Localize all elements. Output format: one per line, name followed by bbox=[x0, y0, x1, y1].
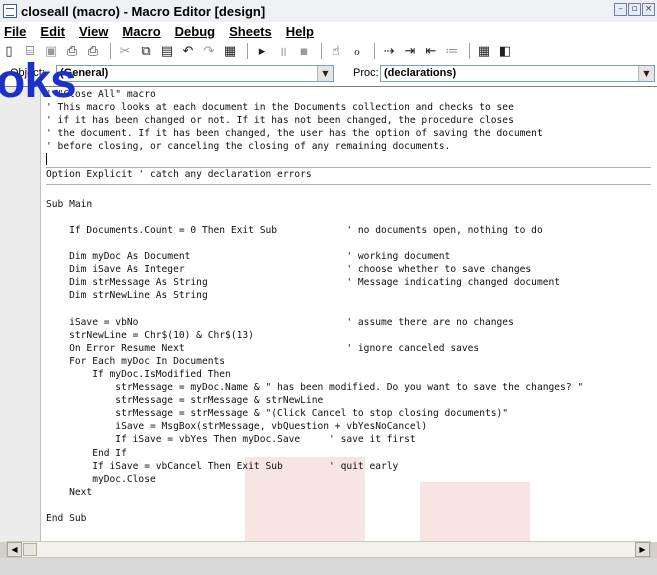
code-line: End Sub bbox=[46, 513, 87, 524]
proc-label: Proc: bbox=[353, 67, 379, 79]
toolbar-separator bbox=[469, 43, 470, 59]
menu-help[interactable]: Help bbox=[279, 24, 321, 39]
code-line: strMessage = strMessage & "(Click Cancel… bbox=[46, 408, 509, 420]
menu-file[interactable]: File bbox=[0, 24, 33, 39]
code-line: ' the document. If it has been changed, … bbox=[46, 128, 543, 140]
code-line: Next bbox=[46, 486, 93, 498]
copy-icon[interactable]: ⧉ bbox=[137, 42, 155, 60]
proc-dropdown-value: (declarations) bbox=[384, 67, 457, 79]
pause-icon[interactable]: ॥ bbox=[274, 42, 292, 60]
macro-editor-app-icon bbox=[3, 4, 17, 18]
menu-view[interactable]: View bbox=[72, 24, 115, 39]
code-line: On Error Resume Next ' ignore canceled s… bbox=[46, 342, 480, 354]
close-button[interactable]: × bbox=[642, 3, 655, 16]
code-line: ' "Close All" macro bbox=[46, 89, 156, 100]
object-proc-bar: Object: (General) ▼ Proc: (declarations)… bbox=[0, 62, 657, 86]
title-bar: closeall (macro) - Macro Editor [design]… bbox=[0, 0, 657, 23]
menu-macro[interactable]: Macro bbox=[115, 24, 167, 39]
code-line-cursor bbox=[46, 153, 651, 166]
code-line: Dim strMessage As String ' Message indic… bbox=[46, 277, 561, 289]
code-line: Dim strNewLine As String bbox=[46, 290, 208, 302]
proc-dropdown[interactable]: (declarations) ▼ bbox=[380, 65, 655, 82]
horizontal-scrollbar[interactable]: ◀ ▶ bbox=[6, 541, 651, 558]
status-area bbox=[0, 558, 657, 575]
code-line: ' This macro looks at each document in t… bbox=[46, 102, 514, 114]
code-line: Dim myDoc As Document ' working document bbox=[46, 251, 451, 263]
object-browser-icon[interactable]: ▦ bbox=[475, 42, 493, 60]
code-line: ' if it has been changed or not. If it h… bbox=[46, 115, 514, 127]
outdent-icon[interactable]: ⇤ bbox=[422, 42, 440, 60]
run-icon[interactable]: ▸ bbox=[253, 42, 271, 60]
watermark-text: oks bbox=[0, 55, 77, 108]
minimize-button[interactable]: – bbox=[614, 3, 627, 16]
menu-bar: File Edit View Macro Debug Sheets Help bbox=[0, 22, 657, 40]
code-line: If Documents.Count = 0 Then Exit Sub ' n… bbox=[46, 224, 543, 236]
code-line: End If bbox=[46, 447, 127, 459]
code-line: ' before closing, or canceling the closi… bbox=[46, 141, 451, 153]
window-title: closeall (macro) - Macro Editor [design] bbox=[21, 3, 266, 19]
cut-icon[interactable]: ✂ bbox=[116, 42, 134, 60]
code-area[interactable]: ' "Close All" macro ' This macro looks a… bbox=[46, 88, 651, 542]
code-line: Sub Main bbox=[46, 198, 93, 210]
toolbar-separator bbox=[321, 43, 322, 59]
menu-sheets[interactable]: Sheets bbox=[222, 24, 279, 39]
references-icon[interactable]: ◧ bbox=[496, 42, 514, 60]
code-line: strMessage = myDoc.Name & " has been mod… bbox=[46, 382, 584, 394]
code-line: If iSave = vbYes Then myDoc.Save ' save … bbox=[46, 434, 416, 446]
print-icon[interactable]: ⎙ bbox=[84, 42, 102, 60]
code-line: If iSave = vbCancel Then Exit Sub ' quit… bbox=[46, 460, 399, 472]
code-line: For Each myDoc In Documents bbox=[46, 355, 226, 367]
code-line: If myDoc.IsModified Then bbox=[46, 368, 231, 380]
menu-edit[interactable]: Edit bbox=[33, 24, 72, 39]
toolbar: ▯ ⌸ ▣ ⎙ ⎙ ✂ ⧉ ▤ ↶ ↷ ▦ ▸ ॥ ▪ ☝ ℴ ⇢ ⇥ ⇤ ≔ … bbox=[0, 40, 657, 62]
editor-gutter bbox=[0, 87, 41, 542]
dialog-editor-icon[interactable]: ▦ bbox=[221, 42, 239, 60]
paste-icon[interactable]: ▤ bbox=[158, 42, 176, 60]
text-cursor bbox=[46, 153, 47, 166]
watch-icon[interactable]: ℴ bbox=[348, 42, 366, 60]
code-line: strMessage = strMessage & strNewLine bbox=[46, 395, 324, 407]
code-line: Option Explicit ' catch any declaration … bbox=[46, 168, 312, 180]
undo-icon[interactable]: ↶ bbox=[179, 42, 197, 60]
code-line: strNewLine = Chr$(10) & Chr$(13) bbox=[46, 329, 254, 341]
scrollbar-thumb[interactable] bbox=[23, 543, 37, 556]
code-line: Dim iSave As Integer ' choose whether to… bbox=[46, 264, 532, 276]
chevron-down-icon[interactable]: ▼ bbox=[317, 66, 333, 81]
toolbar-separator bbox=[374, 43, 375, 59]
chevron-down-icon[interactable]: ▼ bbox=[638, 66, 654, 81]
indent-icon[interactable]: ⇥ bbox=[401, 42, 419, 60]
scroll-right-icon[interactable]: ▶ bbox=[635, 542, 650, 557]
step-icon[interactable]: ☝ bbox=[327, 42, 345, 60]
menu-debug[interactable]: Debug bbox=[168, 24, 222, 39]
toolbar-separator bbox=[247, 43, 248, 59]
toolbar-separator bbox=[110, 43, 111, 59]
window-controls: – ▫ × bbox=[614, 3, 655, 16]
code-line: myDoc.Close bbox=[46, 473, 156, 485]
code-line: iSave = vbNo ' assume there are no chang… bbox=[46, 316, 514, 328]
step-into-icon[interactable]: ⇢ bbox=[380, 42, 398, 60]
redo-icon[interactable]: ↷ bbox=[200, 42, 218, 60]
code-editor[interactable]: ' "Close All" macro ' This macro looks a… bbox=[0, 86, 657, 542]
object-dropdown[interactable]: (General) ▼ bbox=[56, 65, 334, 82]
stop-icon[interactable]: ▪ bbox=[295, 42, 313, 60]
comment-icon[interactable]: ≔ bbox=[443, 42, 461, 60]
scroll-left-icon[interactable]: ◀ bbox=[7, 542, 22, 557]
restore-button[interactable]: ▫ bbox=[628, 3, 641, 16]
code-line: iSave = MsgBox(strMessage, vbQuestion + … bbox=[46, 421, 428, 433]
